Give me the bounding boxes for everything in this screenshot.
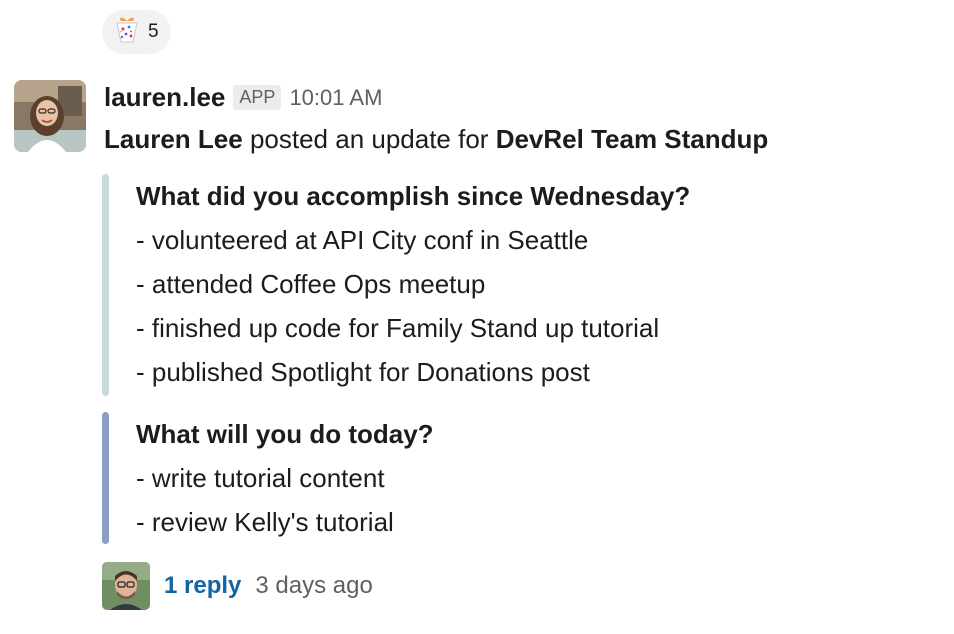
author-name: Lauren Lee — [104, 124, 243, 154]
confetti-gift-icon — [112, 14, 142, 50]
message-intro: Lauren Lee posted an update for DevRel T… — [104, 124, 768, 155]
standup-name: DevRel Team Standup — [495, 124, 769, 154]
section-item: - finished up code for Family Stand up t… — [136, 313, 660, 343]
section-item: - volunteered at API City conf in Seattl… — [136, 225, 589, 255]
timestamp[interactable]: 10:01 AM — [289, 85, 382, 111]
intro-text: posted an update for — [242, 124, 496, 154]
section-item: - published Spotlight for Donations post — [136, 357, 590, 387]
app-badge: APP — [233, 85, 282, 110]
replier-avatar — [102, 562, 150, 610]
author-avatar[interactable] — [14, 80, 86, 152]
section-item: - review Kelly's tutorial — [136, 507, 394, 537]
reaction-count: 5 — [148, 21, 159, 42]
section-bar — [102, 174, 109, 396]
reply-count-link[interactable]: 1 reply — [164, 572, 241, 600]
section-item: - write tutorial content — [136, 463, 385, 493]
last-reply-time: 3 days ago — [255, 572, 373, 599]
section-bar — [102, 412, 109, 544]
message-header: lauren.lee APP 10:01 AM — [104, 82, 382, 113]
section-item: - attended Coffee Ops meetup — [136, 269, 486, 299]
section-title: What did you accomplish since Wednesday? — [136, 181, 691, 211]
thread-replies[interactable]: 1 reply 3 days ago — [102, 562, 373, 610]
username[interactable]: lauren.lee — [104, 82, 225, 113]
reaction-pill[interactable]: 5 — [102, 10, 171, 54]
section-title: What will you do today? — [136, 419, 434, 449]
